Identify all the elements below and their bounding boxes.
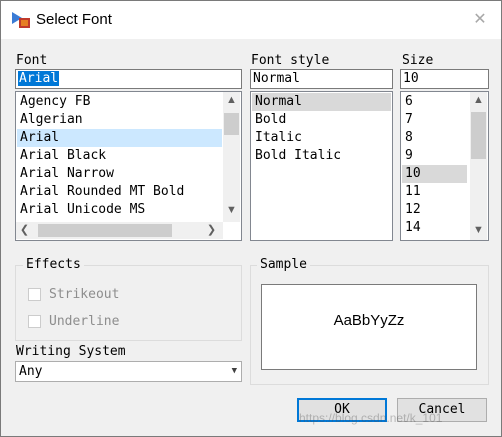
- underline-checkbox[interactable]: [28, 315, 41, 328]
- font-input[interactable]: Arial: [15, 69, 242, 89]
- scroll-up-icon[interactable]: ▲: [223, 92, 240, 109]
- size-item[interactable]: 6: [402, 93, 467, 111]
- font-style-item-selected[interactable]: Normal: [252, 93, 391, 111]
- font-list-item[interactable]: Agency FB: [17, 93, 222, 111]
- font-list-item[interactable]: Arial Black: [17, 147, 222, 165]
- strikeout-label: Strikeout: [49, 287, 120, 302]
- size-list[interactable]: 6 7 8 9 10 11 12 14 ▲ ▼: [400, 91, 489, 241]
- sample-title: Sample: [257, 257, 310, 272]
- watermark: https://blog.csdn.net/k_101: [299, 411, 443, 425]
- app-icon: [12, 12, 30, 28]
- size-item[interactable]: 9: [402, 147, 467, 165]
- size-label: Size: [402, 53, 434, 68]
- font-list-item[interactable]: Algerian: [17, 111, 222, 129]
- strikeout-checkbox-row[interactable]: Strikeout: [28, 287, 188, 305]
- font-hscroll-thumb[interactable]: [38, 224, 172, 237]
- font-list-item[interactable]: Arial Narrow: [17, 165, 222, 183]
- font-list-item-selected[interactable]: Arial: [17, 129, 222, 147]
- writing-system-value: Any: [19, 364, 43, 379]
- size-input[interactable]: 10: [400, 69, 489, 89]
- underline-checkbox-row[interactable]: Underline: [28, 314, 188, 332]
- scroll-up-icon[interactable]: ▲: [470, 92, 487, 109]
- writing-system-select[interactable]: Any ▼: [15, 361, 242, 382]
- font-list-item[interactable]: Arial Unicode MS: [17, 201, 222, 219]
- size-vscroll-thumb[interactable]: [471, 112, 486, 159]
- writing-system-label: Writing System: [16, 344, 126, 359]
- size-item[interactable]: 7: [402, 111, 467, 129]
- size-item[interactable]: 8: [402, 129, 467, 147]
- size-vscrollbar[interactable]: ▲ ▼: [470, 92, 487, 240]
- dialog-title: Select Font: [36, 11, 112, 28]
- font-vscroll-thumb[interactable]: [224, 113, 239, 135]
- font-style-label: Font style: [251, 53, 330, 68]
- close-icon[interactable]: ✕: [467, 10, 493, 30]
- underline-label: Underline: [49, 314, 120, 329]
- title-bar: Select Font ✕: [1, 1, 501, 39]
- chevron-down-icon: ▼: [231, 366, 237, 376]
- scroll-left-icon[interactable]: ❮: [16, 222, 33, 239]
- size-item[interactable]: 14: [402, 219, 467, 237]
- effects-title: Effects: [23, 257, 84, 272]
- sample-preview: AaBbYyZz: [261, 284, 477, 370]
- font-style-item[interactable]: Italic: [252, 129, 391, 147]
- scroll-right-icon[interactable]: ❯: [203, 222, 220, 239]
- select-font-dialog: Select Font ✕ Font Arial Agency FB Alger…: [0, 0, 502, 437]
- font-input-value: Arial: [18, 71, 60, 86]
- size-item-selected[interactable]: 10: [402, 165, 467, 183]
- font-hscrollbar[interactable]: ❮ ❯: [16, 222, 223, 239]
- scroll-down-icon[interactable]: ▼: [223, 202, 240, 219]
- strikeout-checkbox[interactable]: [28, 288, 41, 301]
- font-style-item[interactable]: Bold: [252, 111, 391, 129]
- size-item[interactable]: 12: [402, 201, 467, 219]
- font-style-input[interactable]: Normal: [250, 69, 393, 89]
- size-item[interactable]: 11: [402, 183, 467, 201]
- font-list[interactable]: Agency FB Algerian Arial Arial Black Ari…: [15, 91, 242, 241]
- sample-text: AaBbYyZz: [333, 312, 405, 329]
- font-style-item[interactable]: Bold Italic: [252, 147, 391, 165]
- scroll-down-icon[interactable]: ▼: [470, 222, 487, 239]
- font-style-list[interactable]: Normal Bold Italic Bold Italic: [250, 91, 393, 241]
- font-list-item[interactable]: Arial Rounded MT Bold: [17, 183, 222, 201]
- font-label: Font: [16, 53, 48, 68]
- font-vscrollbar[interactable]: ▲ ▼: [223, 92, 240, 222]
